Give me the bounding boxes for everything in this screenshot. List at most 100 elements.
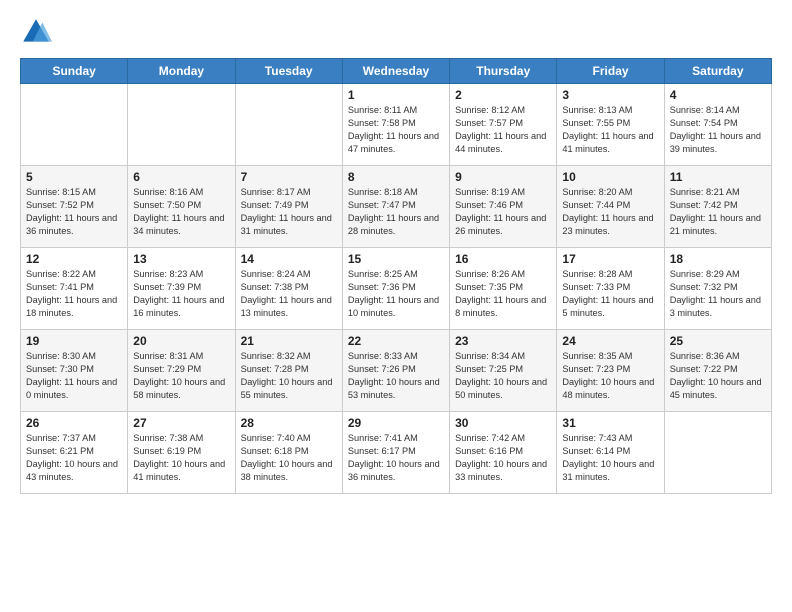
day-number: 6 <box>133 170 229 184</box>
calendar-cell: 30 Sunrise: 7:42 AM Sunset: 6:16 PM Dayli… <box>450 412 557 494</box>
weekday-header-wednesday: Wednesday <box>342 59 449 84</box>
calendar-cell: 13 Sunrise: 8:23 AM Sunset: 7:39 PM Dayli… <box>128 248 235 330</box>
calendar-cell: 24 Sunrise: 8:35 AM Sunset: 7:23 PM Dayli… <box>557 330 664 412</box>
calendar-week-3: 12 Sunrise: 8:22 AM Sunset: 7:41 PM Dayli… <box>21 248 772 330</box>
calendar-cell: 19 Sunrise: 8:30 AM Sunset: 7:30 PM Dayli… <box>21 330 128 412</box>
day-info: Sunrise: 8:22 AM Sunset: 7:41 PM Dayligh… <box>26 268 122 320</box>
day-number: 29 <box>348 416 444 430</box>
day-number: 27 <box>133 416 229 430</box>
day-number: 18 <box>670 252 766 266</box>
calendar-cell: 5 Sunrise: 8:15 AM Sunset: 7:52 PM Daylig… <box>21 166 128 248</box>
header <box>20 16 772 48</box>
day-info: Sunrise: 8:28 AM Sunset: 7:33 PM Dayligh… <box>562 268 658 320</box>
calendar-week-4: 19 Sunrise: 8:30 AM Sunset: 7:30 PM Dayli… <box>21 330 772 412</box>
calendar-cell: 8 Sunrise: 8:18 AM Sunset: 7:47 PM Daylig… <box>342 166 449 248</box>
day-number: 8 <box>348 170 444 184</box>
day-info: Sunrise: 7:43 AM Sunset: 6:14 PM Dayligh… <box>562 432 658 484</box>
day-number: 12 <box>26 252 122 266</box>
calendar-cell: 4 Sunrise: 8:14 AM Sunset: 7:54 PM Daylig… <box>664 84 771 166</box>
day-info: Sunrise: 8:32 AM Sunset: 7:28 PM Dayligh… <box>241 350 337 402</box>
calendar-week-5: 26 Sunrise: 7:37 AM Sunset: 6:21 PM Dayli… <box>21 412 772 494</box>
day-number: 15 <box>348 252 444 266</box>
calendar-cell: 21 Sunrise: 8:32 AM Sunset: 7:28 PM Dayli… <box>235 330 342 412</box>
day-info: Sunrise: 7:42 AM Sunset: 6:16 PM Dayligh… <box>455 432 551 484</box>
day-number: 14 <box>241 252 337 266</box>
calendar-cell: 15 Sunrise: 8:25 AM Sunset: 7:36 PM Dayli… <box>342 248 449 330</box>
calendar-cell: 9 Sunrise: 8:19 AM Sunset: 7:46 PM Daylig… <box>450 166 557 248</box>
day-number: 26 <box>26 416 122 430</box>
day-number: 28 <box>241 416 337 430</box>
day-info: Sunrise: 8:24 AM Sunset: 7:38 PM Dayligh… <box>241 268 337 320</box>
calendar-cell: 11Sunrise: 8:21 AM Sunset: 7:42 PM Dayli… <box>664 166 771 248</box>
day-info: Sunrise: 8:30 AM Sunset: 7:30 PM Dayligh… <box>26 350 122 402</box>
calendar-cell: 14 Sunrise: 8:24 AM Sunset: 7:38 PM Dayli… <box>235 248 342 330</box>
day-info: Sunrise: 7:37 AM Sunset: 6:21 PM Dayligh… <box>26 432 122 484</box>
calendar-cell <box>235 84 342 166</box>
day-info: Sunrise: 8:23 AM Sunset: 7:39 PM Dayligh… <box>133 268 229 320</box>
day-info: Sunrise: 8:14 AM Sunset: 7:54 PM Dayligh… <box>670 104 766 156</box>
weekday-header-thursday: Thursday <box>450 59 557 84</box>
day-info: Sunrise: 8:18 AM Sunset: 7:47 PM Dayligh… <box>348 186 444 238</box>
day-info: Sunrise: 8:36 AM Sunset: 7:22 PM Dayligh… <box>670 350 766 402</box>
day-number: 22 <box>348 334 444 348</box>
calendar-cell: 23 Sunrise: 8:34 AM Sunset: 7:25 PM Dayli… <box>450 330 557 412</box>
day-number: 30 <box>455 416 551 430</box>
calendar-table: SundayMondayTuesdayWednesdayThursdayFrid… <box>20 58 772 494</box>
calendar-cell: 1 Sunrise: 8:11 AM Sunset: 7:58 PM Daylig… <box>342 84 449 166</box>
weekday-header-tuesday: Tuesday <box>235 59 342 84</box>
calendar-cell: 31Sunrise: 7:43 AM Sunset: 6:14 PM Dayli… <box>557 412 664 494</box>
calendar-cell: 17 Sunrise: 8:28 AM Sunset: 7:33 PM Dayli… <box>557 248 664 330</box>
day-number: 20 <box>133 334 229 348</box>
day-number: 24 <box>562 334 658 348</box>
day-info: Sunrise: 8:25 AM Sunset: 7:36 PM Dayligh… <box>348 268 444 320</box>
day-number: 4 <box>670 88 766 102</box>
weekday-header-friday: Friday <box>557 59 664 84</box>
day-number: 9 <box>455 170 551 184</box>
day-info: Sunrise: 8:19 AM Sunset: 7:46 PM Dayligh… <box>455 186 551 238</box>
day-number: 16 <box>455 252 551 266</box>
calendar-cell: 7Sunrise: 8:17 AM Sunset: 7:49 PM Daylig… <box>235 166 342 248</box>
weekday-header-saturday: Saturday <box>664 59 771 84</box>
calendar-cell: 20 Sunrise: 8:31 AM Sunset: 7:29 PM Dayli… <box>128 330 235 412</box>
calendar-cell: 6Sunrise: 8:16 AM Sunset: 7:50 PM Daylig… <box>128 166 235 248</box>
calendar-cell <box>128 84 235 166</box>
calendar-cell: 3 Sunrise: 8:13 AM Sunset: 7:55 PM Daylig… <box>557 84 664 166</box>
day-number: 21 <box>241 334 337 348</box>
day-info: Sunrise: 8:35 AM Sunset: 7:23 PM Dayligh… <box>562 350 658 402</box>
day-number: 10 <box>562 170 658 184</box>
calendar-cell: 2 Sunrise: 8:12 AM Sunset: 7:57 PM Daylig… <box>450 84 557 166</box>
day-number: 17 <box>562 252 658 266</box>
day-number: 19 <box>26 334 122 348</box>
calendar-cell <box>21 84 128 166</box>
day-number: 13 <box>133 252 229 266</box>
day-info: Sunrise: 7:41 AM Sunset: 6:17 PM Dayligh… <box>348 432 444 484</box>
calendar-cell: 16Sunrise: 8:26 AM Sunset: 7:35 PM Dayli… <box>450 248 557 330</box>
day-info: Sunrise: 8:21 AM Sunset: 7:42 PM Dayligh… <box>670 186 766 238</box>
calendar-cell: 28 Sunrise: 7:40 AM Sunset: 6:18 PM Dayli… <box>235 412 342 494</box>
day-number: 2 <box>455 88 551 102</box>
day-info: Sunrise: 8:12 AM Sunset: 7:57 PM Dayligh… <box>455 104 551 156</box>
day-number: 5 <box>26 170 122 184</box>
day-info: Sunrise: 8:11 AM Sunset: 7:58 PM Dayligh… <box>348 104 444 156</box>
day-info: Sunrise: 8:34 AM Sunset: 7:25 PM Dayligh… <box>455 350 551 402</box>
day-info: Sunrise: 8:31 AM Sunset: 7:29 PM Dayligh… <box>133 350 229 402</box>
weekday-header-sunday: Sunday <box>21 59 128 84</box>
calendar-cell: 10 Sunrise: 8:20 AM Sunset: 7:44 PM Dayli… <box>557 166 664 248</box>
day-info: Sunrise: 7:40 AM Sunset: 6:18 PM Dayligh… <box>241 432 337 484</box>
calendar-cell: 18 Sunrise: 8:29 AM Sunset: 7:32 PM Dayli… <box>664 248 771 330</box>
day-info: Sunrise: 8:13 AM Sunset: 7:55 PM Dayligh… <box>562 104 658 156</box>
day-info: Sunrise: 8:29 AM Sunset: 7:32 PM Dayligh… <box>670 268 766 320</box>
weekday-header-monday: Monday <box>128 59 235 84</box>
day-number: 1 <box>348 88 444 102</box>
day-info: Sunrise: 8:20 AM Sunset: 7:44 PM Dayligh… <box>562 186 658 238</box>
day-number: 25 <box>670 334 766 348</box>
calendar-cell: 29 Sunrise: 7:41 AM Sunset: 6:17 PM Dayli… <box>342 412 449 494</box>
calendar-week-2: 5 Sunrise: 8:15 AM Sunset: 7:52 PM Daylig… <box>21 166 772 248</box>
day-info: Sunrise: 8:15 AM Sunset: 7:52 PM Dayligh… <box>26 186 122 238</box>
weekday-header-row: SundayMondayTuesdayWednesdayThursdayFrid… <box>21 59 772 84</box>
day-number: 3 <box>562 88 658 102</box>
calendar-cell <box>664 412 771 494</box>
calendar-week-1: 1 Sunrise: 8:11 AM Sunset: 7:58 PM Daylig… <box>21 84 772 166</box>
logo <box>20 16 56 48</box>
day-number: 23 <box>455 334 551 348</box>
